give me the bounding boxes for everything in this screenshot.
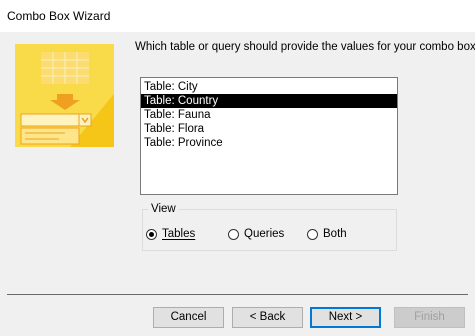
radio-tables-label: Tables (162, 228, 196, 240)
radio-queries-label: Queries (244, 228, 285, 240)
radio-queries[interactable]: Queries (228, 228, 284, 240)
radio-both[interactable]: Both (307, 228, 347, 240)
list-item[interactable]: Table: Province (141, 136, 397, 150)
list-item[interactable]: Table: Flora (141, 122, 397, 136)
list-item[interactable]: Table: Fauna (141, 108, 397, 122)
finish-button[interactable]: Finish (394, 307, 465, 328)
radio-tables[interactable]: Tables (146, 228, 195, 240)
back-button[interactable]: < Back (232, 307, 303, 328)
window-title: Combo Box Wizard (7, 9, 111, 23)
radio-icon[interactable] (228, 228, 239, 240)
separator (7, 294, 468, 295)
view-group-label: View (148, 203, 179, 215)
list-item[interactable]: Table: City (141, 80, 397, 94)
wizard-prompt: Which table or query should provide the … (135, 41, 475, 53)
cancel-button[interactable]: Cancel (153, 307, 224, 328)
radio-both-label: Both (323, 228, 347, 240)
next-button[interactable]: Next > (310, 307, 381, 328)
title-bar: Combo Box Wizard (0, 0, 475, 32)
wizard-illustration (15, 44, 114, 147)
radio-selected-icon[interactable] (146, 228, 157, 240)
list-item-selected[interactable]: Table: Country (141, 94, 397, 108)
table-listbox[interactable]: Table: City Table: Country Table: Fauna … (140, 77, 398, 195)
radio-icon[interactable] (307, 228, 318, 240)
